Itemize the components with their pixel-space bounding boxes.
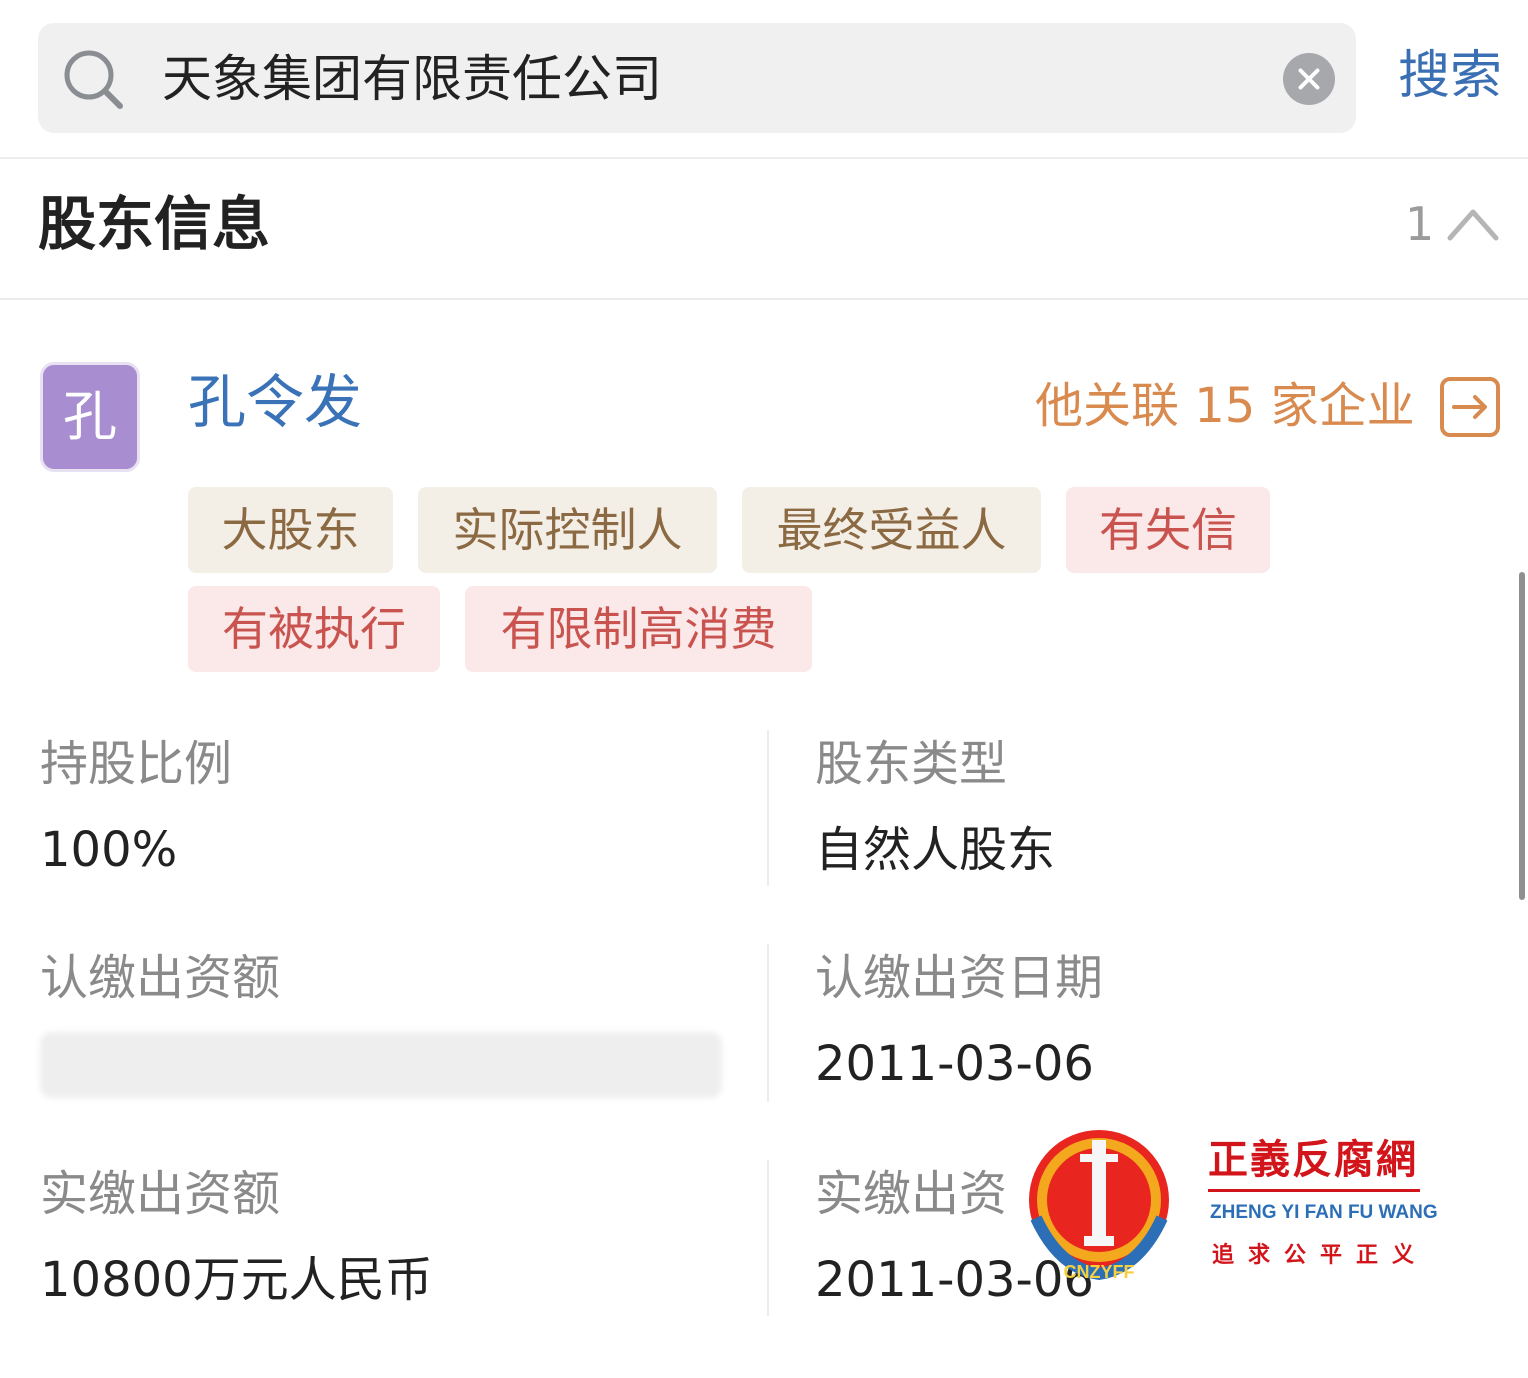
field-value-subscribed-capital-redacted [40, 1032, 722, 1098]
field-label-shareholder-type: 股东类型 [815, 736, 1008, 792]
field-label-paid-capital: 实缴出资额 [40, 1166, 281, 1222]
search-input[interactable] [162, 44, 1262, 114]
avatar: 孔 [40, 362, 140, 472]
divider [0, 157, 1528, 159]
related-companies-link[interactable]: 他关联 15 家企业 [1035, 374, 1415, 438]
watermark-slogan: 追求公平正义 [1212, 1243, 1429, 1268]
tag-enforced[interactable]: 有被执行 [188, 586, 440, 672]
tag-ultimate-beneficiary: 最终受益人 [742, 487, 1041, 573]
tag-major-shareholder: 大股东 [188, 487, 393, 573]
search-icon [64, 50, 123, 109]
watermark-subtitle: ZHENG YI FAN FU WANG [1210, 1202, 1438, 1223]
field-value-subscribed-date: 2011-03-06 [815, 1036, 1094, 1092]
shareholder-name-link[interactable]: 孔令发 [188, 364, 362, 440]
section-title: 股东信息 [38, 190, 271, 258]
field-value-shareholder-type: 自然人股东 [815, 822, 1056, 878]
svg-text:CNZYFF: CNZYFF [1064, 1262, 1135, 1282]
section-count: 1 [1405, 197, 1435, 251]
tag-dishonest[interactable]: 有失信 [1066, 487, 1270, 573]
arrow-right-box-icon[interactable] [1439, 376, 1501, 438]
tag-actual-controller: 实际控制人 [418, 487, 717, 573]
divider [0, 298, 1528, 300]
field-value-holding-ratio: 100% [40, 822, 178, 878]
field-label-holding-ratio: 持股比例 [40, 736, 233, 792]
watermark-emblem-logo: CNZYFF [1029, 1130, 1169, 1282]
column-divider [767, 944, 769, 1102]
field-label-paid-date: 实缴出资 [815, 1166, 1008, 1222]
tag-consumption-restricted[interactable]: 有限制高消费 [465, 586, 812, 672]
field-label-subscribed-date: 认缴出资日期 [815, 950, 1104, 1006]
search-button[interactable]: 搜索 [1398, 40, 1502, 112]
scrollbar[interactable] [1519, 572, 1525, 900]
field-label-subscribed-capital: 认缴出资额 [40, 950, 281, 1006]
clear-icon[interactable] [1283, 53, 1335, 105]
column-divider [767, 1160, 769, 1316]
field-value-paid-capital: 10800万元人民币 [40, 1252, 433, 1308]
column-divider [767, 730, 769, 886]
watermark-rule [1208, 1189, 1420, 1192]
chevron-up-icon[interactable] [1446, 200, 1500, 244]
watermark-title: 正義反腐網 [1208, 1136, 1418, 1183]
